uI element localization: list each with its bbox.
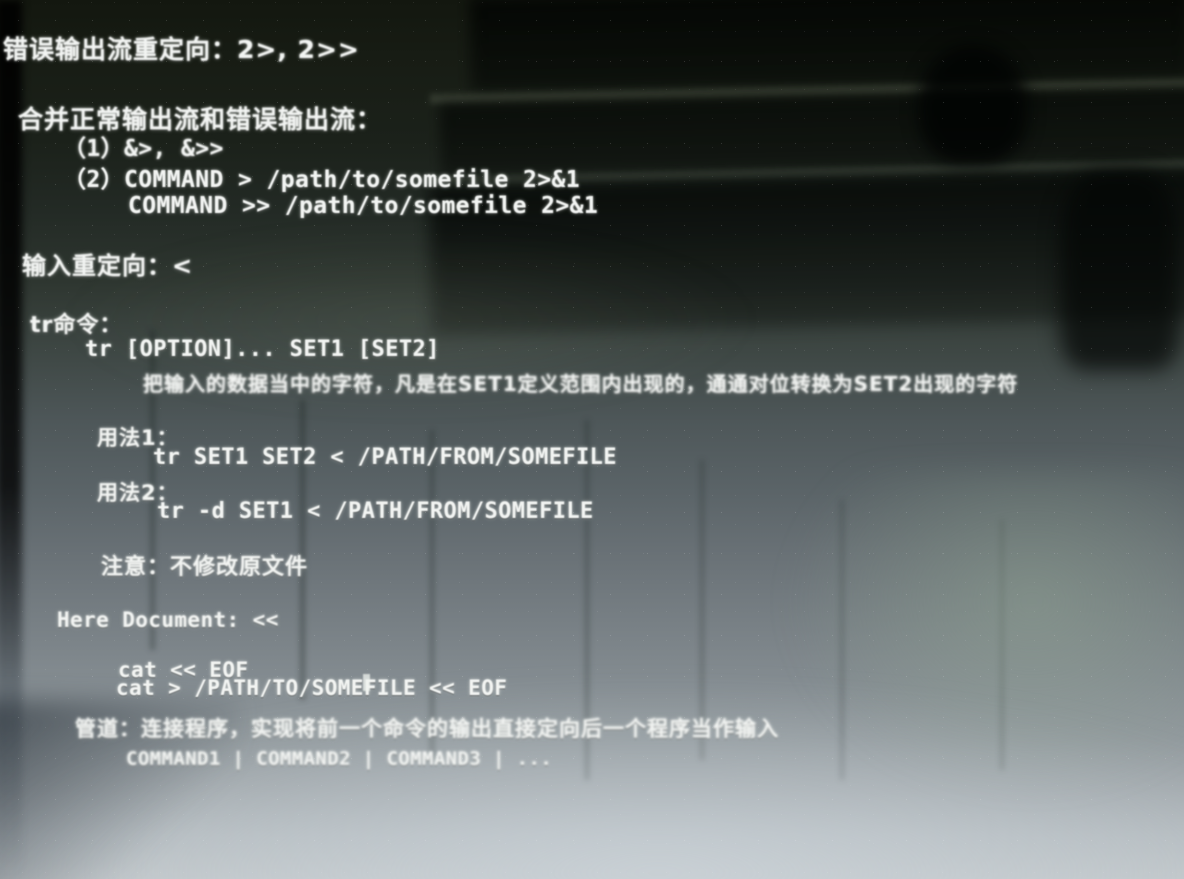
slide-line-l01: 错误输出流重定向：2>, 2>> — [3, 35, 360, 64]
slide-line-l08: tr [OPTION]... SET1 [SET2] — [85, 337, 440, 362]
slide-line-l07: tr命令： — [30, 313, 123, 338]
slide-line-l04: （2）COMMAND > /path/to/somefile 2>&1 — [63, 167, 580, 193]
slide-line-l05: COMMAND >> /path/to/somefile 2>&1 — [128, 193, 599, 219]
cursor-artifact — [363, 674, 370, 691]
slide-text-layer: 错误输出流重定向：2>, 2>> 合并正常输出流和错误输出流： （1）&>, &>>… — [0, 0, 1184, 879]
slide-line-l17: cat > /PATH/TO/SOMEFILE << EOF — [116, 676, 508, 700]
slide-line-l06: 输入重定向：< — [22, 252, 194, 280]
projected-screen-photo: 错误输出流重定向：2>, 2>> 合并正常输出流和错误输出流： （1）&>, &>>… — [0, 0, 1184, 879]
slide-line-l09: 把输入的数据当中的字符，凡是在SET1定义范围内出现的，通通对位转换为SET2出… — [143, 372, 1019, 396]
slide-line-l18: 管道：连接程序，实现将前一个命令的输出直接定向后一个程序当作输入 — [75, 717, 779, 741]
slide-line-l14: 注意：不修改原文件 — [101, 555, 309, 580]
slide-line-l19: COMMAND1 | COMMAND2 | COMMAND3 | ... — [126, 748, 553, 770]
slide-line-l03: （1）&>, &>> — [63, 136, 224, 162]
slide-line-l13: tr -d SET1 < /PATH/FROM/SOMEFILE — [157, 499, 594, 524]
slide-line-l15: Here Document: << — [57, 608, 279, 632]
slide-line-l11: tr SET1 SET2 < /PATH/FROM/SOMEFILE — [153, 445, 617, 470]
